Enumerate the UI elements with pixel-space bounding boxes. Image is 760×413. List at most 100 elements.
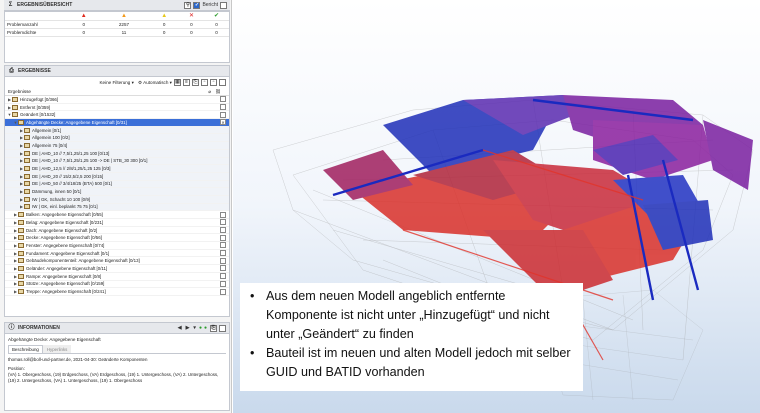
row-checkbox[interactable] xyxy=(220,234,226,241)
folder-icon xyxy=(18,289,24,295)
folder-icon xyxy=(18,242,24,248)
tree-row-label: DE | AHD_50 // 3/4/18/25 (BTA) 500 [0/1] xyxy=(32,181,112,187)
row-checkbox[interactable] xyxy=(220,111,226,118)
tree-row[interactable]: ▶ Balken: Angegebene Eigenschaft [0/55] xyxy=(5,211,229,219)
tree-row-label: Stütze: Angegebene Eigenschaft [0/159] xyxy=(26,281,105,287)
row-checkbox[interactable] xyxy=(220,250,226,257)
row-checkbox[interactable] xyxy=(220,219,226,226)
results-icon: ⎙ xyxy=(9,67,14,74)
tree-row[interactable]: ▶ DE | AHD_12,5 // 2/8/1,25/1,25 125 [0/3… xyxy=(5,165,229,173)
tree-row[interactable]: ▶ Allgemein 100 [0/2] xyxy=(5,134,229,143)
tree-row[interactable]: ▶ Entfernt [0/359] xyxy=(5,104,229,112)
tree-row-label: DE | AHD_10 // 7,5/1,25/1,25 100 -> DE |… xyxy=(32,158,148,164)
row-checkbox[interactable] xyxy=(220,242,226,249)
tree-header: Ergebnisse ⌀ ⛓ xyxy=(5,88,229,96)
filter-dropdown[interactable]: Keine Filterung ▾ xyxy=(99,80,134,86)
row-checkbox[interactable] xyxy=(220,273,226,280)
tree-row-label: Entfernt [0/359] xyxy=(20,104,51,110)
tree-row-label: Treppe: Angegebene Eigenschaft [0/241] xyxy=(26,289,106,295)
tree-row[interactable]: ▶ Rampe: Angegebene Eigenschaft [0/8] xyxy=(5,273,229,281)
cell: 11 xyxy=(98,28,150,37)
folder-icon xyxy=(24,189,30,195)
cell: 2257 xyxy=(98,20,150,29)
summary-header: Σ ERGEBNISÜBERSICHT ⚲ ✓ Bericht xyxy=(4,0,230,11)
row-checkbox[interactable] xyxy=(220,211,226,218)
tree-row[interactable]: ▶ DE | AHD_10 // 7,5/1,25/1,25 100 -> DE … xyxy=(5,157,229,166)
maximize-icon[interactable] xyxy=(220,1,227,9)
dropdown-arrow-icon[interactable]: ▾ xyxy=(193,325,196,331)
tree-row[interactable]: ▶ Allgemein [0/1] xyxy=(5,126,229,135)
results-header: ⎙ ERGEBNISSE xyxy=(5,66,229,77)
tree-row[interactable]: ▶ Hinzugefügt [0/366] xyxy=(5,96,229,104)
prev-icon[interactable]: ◀ xyxy=(178,325,182,331)
link-icon: ⛓ xyxy=(215,88,221,94)
folder-icon xyxy=(12,112,18,118)
folder-icon xyxy=(24,135,30,141)
row-checkbox[interactable] xyxy=(220,227,226,234)
folder-icon xyxy=(24,196,30,202)
status-green-icon[interactable]: ● xyxy=(204,325,207,331)
tree-row[interactable]: ▶ IW | GK, einl. beplankt 75 75 [0/1] xyxy=(5,203,229,212)
tree-row[interactable]: ▼ Geändert [0/1532] xyxy=(5,111,229,120)
annotation-callout: Aus dem neuen Modell angeblich entfernte… xyxy=(240,283,583,391)
tree-row[interactable]: ▶ Geländer: Angegebene Eigenschaft [0/11] xyxy=(5,265,229,273)
lock-icon[interactable]: ⚲ xyxy=(184,1,192,9)
tree-row[interactable]: ▶ Gebäudekomponententeil: Angegebene Eige… xyxy=(5,257,229,266)
info-title: INFORMATIONEN xyxy=(18,325,60,331)
row-checkbox[interactable] xyxy=(220,265,226,272)
tree-row[interactable]: ▶ DE | AHD_20 // 15/2,5/2,5 200 [0/15] xyxy=(5,172,229,181)
minor-warning-icon: ▲ xyxy=(149,12,179,21)
report-label: Bericht xyxy=(202,2,218,8)
tree-row[interactable]: ▶ DE | AHD_10 // 7,5/1,25/1,25 100 [0/13] xyxy=(5,149,229,158)
tree-row-label: Decke: Angegebene Eigenschaft [0/56] xyxy=(26,235,102,241)
panel-maximize-icon[interactable] xyxy=(219,79,226,86)
status-green-icon[interactable]: ● xyxy=(199,325,202,331)
tree-row[interactable]: ▶ Allgemein 75 [0/4] xyxy=(5,142,229,150)
row-checkbox[interactable]: ✕ xyxy=(220,119,226,126)
results-title: ERGEBNISSE xyxy=(18,68,51,74)
tree-row[interactable]: ▶ Treppe: Angegebene Eigenschaft [0/241] xyxy=(5,288,229,296)
info-maximize-icon[interactable] xyxy=(219,324,226,332)
grid-icon[interactable]: ▦ xyxy=(174,79,181,86)
row-checkbox[interactable] xyxy=(220,288,226,295)
tab-description[interactable]: Beschreibung xyxy=(8,345,43,353)
mode-dropdown[interactable]: ⚙ Automatisch ▾ xyxy=(138,80,172,86)
tree-row-label: Geändert [0/1532] xyxy=(20,112,56,118)
folder-icon xyxy=(18,212,24,218)
tree-row[interactable]: ▶ Fenster: Angegebene Eigenschaft [0/74] xyxy=(5,242,229,250)
row-checkbox[interactable] xyxy=(220,280,226,287)
tree-row[interactable]: ▶ Belag: Angegebene Eigenschaft [0/231] xyxy=(5,219,229,227)
row-checkbox[interactable] xyxy=(220,96,226,103)
tree-rows: ▶ Hinzugefügt [0/366] ▶ Entfernt [0/359] ▼ Ge… xyxy=(5,96,229,296)
export-icon[interactable]: ▫ xyxy=(210,79,217,86)
tree-row[interactable]: ▶ DE | AHD_50 // 3/4/18/25 (BTA) 500 [0/1… xyxy=(5,180,229,189)
tree-row-label: DE | AHD_10 // 7,5/1,25/1,25 100 [0/13] xyxy=(32,150,110,156)
tree-row[interactable]: ▶ Dämmung, innen 50 [0/1] xyxy=(5,188,229,196)
results-panel: ⎙ ERGEBNISSE Keine Filterung ▾ ⚙ Automat… xyxy=(4,65,230,317)
tree-row-label: Hinzugefügt [0/366] xyxy=(20,96,59,102)
row-checkbox[interactable] xyxy=(220,257,226,264)
next-icon[interactable]: ▶ xyxy=(186,325,190,331)
tree-row[interactable]: ▶ Decke: Angegebene Eigenschaft [0/56] xyxy=(5,234,229,243)
list-icon[interactable]: ≡ xyxy=(183,79,190,86)
folder-icon xyxy=(24,127,30,133)
results-tree: Ergebnisse ⌀ ⛓ ▶ Hinzugefügt [0/366] ▶ Entf… xyxy=(5,88,229,316)
delete-icon[interactable]: ▫ xyxy=(201,79,208,86)
tab-hyperlinks[interactable]: Hyperlinks xyxy=(42,345,72,353)
cell: 0 xyxy=(149,28,179,37)
mode-label: Automatisch xyxy=(143,79,169,85)
tree-row[interactable]: ▼ Abgehängte Decke: Angegebene Eigenschaf… xyxy=(5,119,229,127)
tree-row[interactable]: ▶ Stütze: Angegebene Eigenschaft [0/159] xyxy=(5,280,229,289)
cell: 0 xyxy=(69,28,99,37)
folder-icon xyxy=(18,219,24,225)
copy-icon[interactable]: ⎘ xyxy=(192,79,199,86)
tree-row[interactable]: ▶ IW | GK, Schacht 10 100 [0/9] xyxy=(5,195,229,204)
tree-row[interactable]: ▶ Dach: Angegebene Eigenschaft [0/2] xyxy=(5,227,229,235)
summary-row: Problemdichte 0 11 0 0 0 xyxy=(5,28,229,37)
changed-components xyxy=(323,95,753,300)
row-checkbox[interactable] xyxy=(220,104,226,111)
tree-row[interactable]: ▶ Fundament: Angegebene Eigenschaft [0/1] xyxy=(5,250,229,258)
info-copy-icon[interactable]: ⎘ xyxy=(210,324,217,332)
tree-row-label: DE | AHD_12,5 // 2/8/1,25/1,25 125 [0/3] xyxy=(32,166,111,172)
report-checkbox[interactable]: ✓ xyxy=(193,1,201,9)
